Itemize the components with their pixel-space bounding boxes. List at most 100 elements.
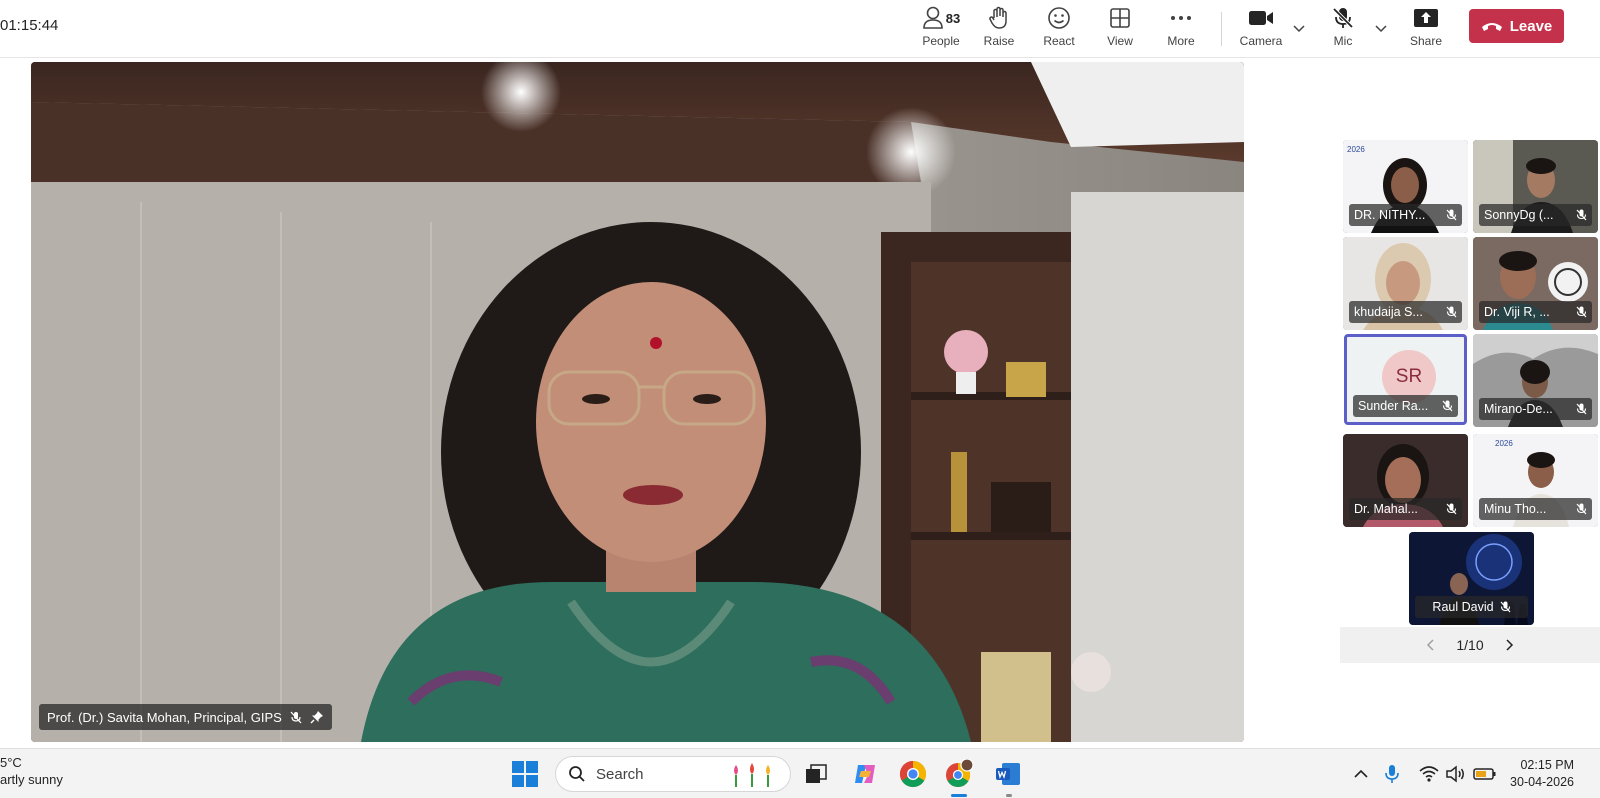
raise-hand-button[interactable]: Raise [969,4,1029,54]
people-label: People [922,34,960,48]
next-page-icon[interactable] [1502,638,1516,652]
participant-tile[interactable]: Dr. Mahal... [1343,434,1468,527]
mic-muted-icon [1332,7,1354,29]
mic-muted-icon [1576,403,1587,415]
participant-tile[interactable]: khudaija S... [1343,237,1468,330]
windows-taskbar: 5°C artly sunny Search 02:15 PM 30-04-20… [0,748,1600,798]
weather-description: artly sunny [0,772,63,787]
camera-button[interactable]: Camera [1231,4,1291,54]
participant-name-tag: Dr. Viji R, ... [1479,301,1592,323]
view-label: View [1107,34,1133,48]
main-speaker-name-tag: Prof. (Dr.) Savita Mohan, Principal, GIP… [39,704,332,730]
participant-tile[interactable]: Mirano-De... [1473,334,1598,427]
participant-name-tag: Sunder Ra... [1353,395,1458,417]
taskbar-search-box[interactable]: Search [555,756,791,792]
leave-label: Leave [1509,17,1553,35]
participant-tile[interactable]: 2026 Minu Tho... [1473,434,1598,527]
participant-name-tag: Minu Tho... [1479,498,1592,520]
participant-name: Minu Tho... [1484,502,1547,516]
hand-icon [989,6,1007,29]
people-count: 83 [945,10,961,26]
share-button[interactable]: Share [1396,4,1456,54]
event-banner-text: 2026 [1347,145,1365,154]
participant-name-tag: Dr. Mahal... [1349,498,1462,520]
participant-name: Mirano-De... [1484,402,1553,416]
participant-tile[interactable]: Raul David [1409,532,1534,625]
chrome-profile-app[interactable] [943,758,975,790]
mic-muted-icon [1576,306,1587,318]
copilot-icon [855,765,875,783]
search-placeholder: Search [596,765,644,783]
camera-icon [1249,11,1273,25]
chrome-icon [899,760,927,788]
pin-icon[interactable] [310,710,324,724]
participant-name-tag: khudaija S... [1349,301,1462,323]
active-app-indicator [951,794,967,797]
tulips-icon [734,763,770,787]
main-speaker-video[interactable]: Prof. (Dr.) Savita Mohan, Principal, GIP… [31,62,1244,742]
react-button[interactable]: React [1029,4,1089,54]
previous-page-icon[interactable] [1424,638,1438,652]
speaker-video-frame [31,62,1244,742]
speaker-mic-muted-icon [290,711,302,723]
share-icon [1414,9,1438,27]
camera-options-chevron-icon[interactable] [1291,20,1307,36]
more-label: More [1167,34,1195,48]
windows-start-icon[interactable] [512,761,538,787]
event-banner-text: 2026 [1495,439,1513,448]
participant-name: SonnyDg (... [1484,208,1554,222]
people-icon [922,6,943,29]
people-button[interactable]: 83 People [911,4,971,54]
mic-muted-icon [1442,400,1453,412]
share-label: Share [1409,34,1443,48]
participant-name: Dr. Mahal... [1354,502,1418,516]
chrome-app[interactable] [897,758,929,790]
show-hidden-icons-chevron-icon[interactable] [1350,763,1372,785]
participant-name: DR. NITHY... [1354,208,1426,222]
participant-name: Dr. Viji R, ... [1484,305,1550,319]
open-app-indicator [1006,794,1012,797]
word-app[interactable] [992,758,1024,790]
mic-options-chevron-icon[interactable] [1373,20,1389,36]
weather-widget[interactable]: 5°C artly sunny [0,754,63,788]
participant-tile-active-speaker[interactable]: SR Sunder Ra... [1344,334,1467,425]
task-view-icon [806,764,827,783]
clock-date: 30-04-2026 [1510,775,1574,789]
participant-name: Sunder Ra... [1358,399,1429,413]
camera-label: Camera [1239,34,1283,48]
word-icon [996,763,1020,785]
microphone-in-use-icon[interactable] [1381,763,1403,785]
chrome-profile-icon [946,759,974,788]
mic-muted-icon [1446,209,1457,221]
taskbar-clock[interactable]: 02:15 PM 30-04-2026 [1506,757,1574,791]
mic-button[interactable]: Mic [1313,4,1373,54]
participant-name-tag: Mirano-De... [1479,398,1592,420]
clock-time: 02:15 PM [1520,758,1574,772]
copilot-app[interactable] [849,758,881,790]
mic-muted-icon [1576,209,1587,221]
mic-muted-icon [1576,503,1587,515]
meeting-timer: 01:15:44 [0,17,59,34]
leave-button[interactable]: Leave [1469,9,1564,43]
participant-name-tag: DR. NITHY... [1349,204,1462,226]
gallery-pager: 1/10 [1340,627,1600,663]
participant-tile[interactable]: SonnyDg (... [1473,140,1598,233]
participant-tile[interactable]: 2026 DR. NITHY... [1343,140,1468,233]
view-button[interactable]: View [1090,4,1150,54]
search-icon [569,766,585,782]
participant-tile[interactable]: Dr. Viji R, ... [1473,237,1598,330]
grid-view-icon [1110,8,1130,28]
more-dots-icon [1171,16,1191,20]
volume-icon[interactable] [1444,763,1466,785]
mic-label: Mic [1333,34,1353,48]
mic-muted-icon [1500,601,1511,613]
participant-name-tag: SonnyDg (... [1479,204,1592,226]
battery-icon[interactable] [1473,763,1497,785]
mic-muted-icon [1446,306,1457,318]
toolbar-divider [1221,12,1222,46]
participant-name-tag: Raul David [1415,596,1528,618]
more-button[interactable]: More [1151,4,1211,54]
teams-meeting-window: 01:15:44 83 People Raise React View More… [0,0,1600,798]
task-view-app[interactable] [800,758,832,790]
wifi-icon[interactable] [1418,763,1440,785]
